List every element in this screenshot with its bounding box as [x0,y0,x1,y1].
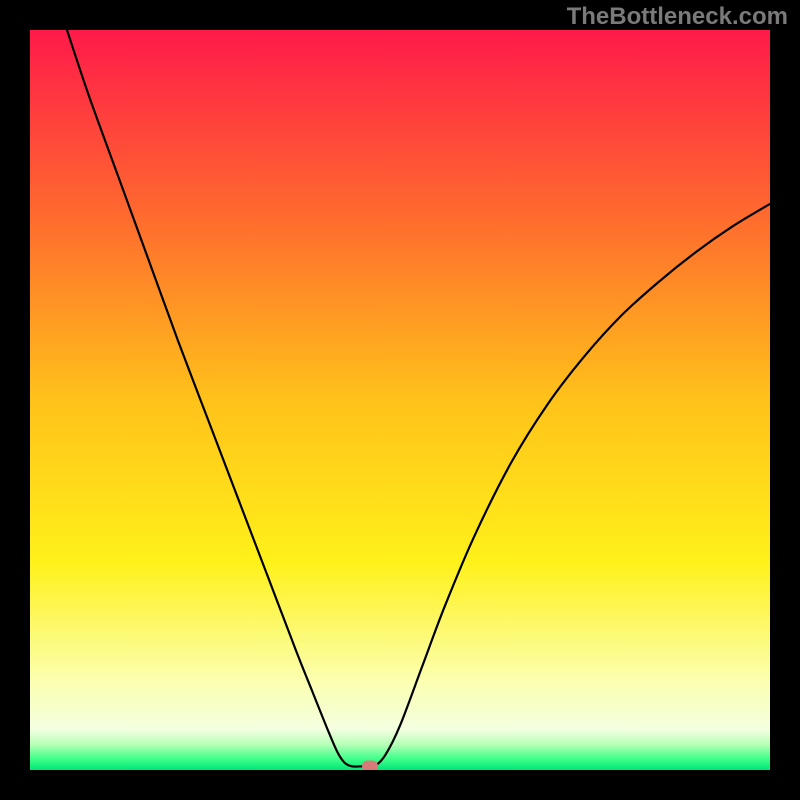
curve-layer [30,30,770,770]
chart-container: TheBottleneck.com [0,0,800,800]
watermark-text: TheBottleneck.com [567,3,788,31]
plot-area [30,30,770,770]
bottleneck-curve [67,30,770,767]
optimal-point-marker [362,761,378,770]
